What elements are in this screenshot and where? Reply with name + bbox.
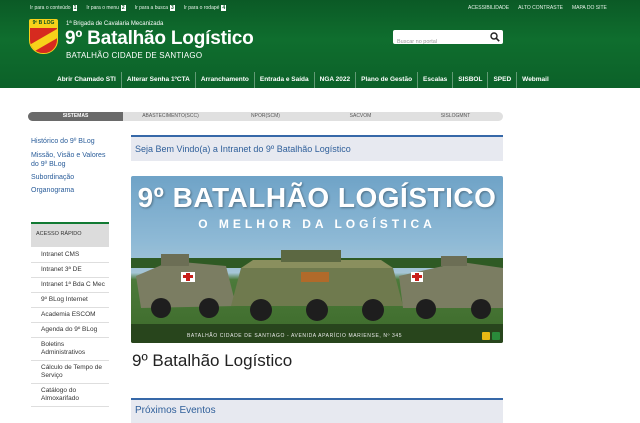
tab-sistemas[interactable]: SISTEMAS bbox=[28, 112, 123, 121]
nav-item-abrir-chamado[interactable]: Abrir Chamado STI bbox=[52, 72, 122, 88]
top-nav: Abrir Chamado STI Alterar Senha 1ºCTA Ar… bbox=[0, 72, 640, 88]
skip-link-menu[interactable]: Ir para o menu 2 bbox=[86, 5, 126, 11]
site-subtitle: BATALHÃO CIDADE DE SANTIAGO bbox=[66, 51, 203, 60]
welcome-panel: Seja Bem Vindo(a) a Intranet do 9º Batal… bbox=[131, 135, 503, 161]
nav-item-arranchamento[interactable]: Arranchamento bbox=[196, 72, 255, 88]
banner-prev-button[interactable] bbox=[482, 332, 490, 340]
tab-sislogmnt[interactable]: SISLOGMNT bbox=[408, 112, 503, 121]
tab-abastecimento[interactable]: ABASTECIMENTO(SCC) bbox=[123, 112, 218, 121]
battalion-logo[interactable]: 9º B LOG bbox=[29, 19, 58, 54]
utility-links: ACESSIBILIDADE ALTO CONTRASTE MAPA DO SI… bbox=[468, 5, 607, 11]
quick-item-calculo-tempo[interactable]: Cálculo de Tempo de Serviço bbox=[31, 361, 109, 384]
util-link-accessibility[interactable]: ACESSIBILIDADE bbox=[468, 5, 509, 11]
welcome-text: Seja Bem Vindo(a) a Intranet do 9º Batal… bbox=[135, 144, 351, 154]
nav-item-escalas[interactable]: Escalas bbox=[418, 72, 454, 88]
hero-banner[interactable]: 9º BATALHÃO LOGÍSTICO O MELHOR DA LOGÍST… bbox=[131, 176, 503, 343]
skip-link-content[interactable]: Ir para o conteúdo 1 bbox=[30, 5, 78, 11]
banner-footer: BATALHÃO CIDADE DE SANTIAGO - AVENIDA AP… bbox=[187, 333, 403, 339]
skip-link-search[interactable]: Ir para a busca 3 bbox=[135, 5, 175, 11]
util-link-high-contrast[interactable]: ALTO CONTRASTE bbox=[518, 5, 563, 11]
brigade-name: 1ª Brigada de Cavalaria Mecanizada bbox=[66, 21, 164, 27]
nav-item-sisbol[interactable]: SISBOL bbox=[453, 72, 489, 88]
site-title[interactable]: 9º Batalhão Logístico bbox=[65, 28, 254, 50]
util-link-sitemap[interactable]: MAPA DO SITE bbox=[572, 5, 607, 11]
logo-shield-icon bbox=[29, 27, 58, 54]
banner-title: 9º BATALHÃO LOGÍSTICO bbox=[137, 182, 497, 213]
nav-item-plano-gestao[interactable]: Plano de Gestão bbox=[356, 72, 419, 88]
banner-next-button[interactable] bbox=[492, 332, 500, 340]
search-box bbox=[393, 30, 503, 49]
quick-item-academia-escom[interactable]: Academia ESCOM bbox=[31, 308, 109, 323]
tab-npor[interactable]: NPOR(SCM) bbox=[218, 112, 313, 121]
page-heading: 9º Batalhão Logístico bbox=[132, 351, 293, 370]
events-panel: Próximos Eventos bbox=[131, 398, 503, 423]
quick-item-blog-internet[interactable]: 9º BLog Internet bbox=[31, 293, 109, 308]
sidebar-item-organograma[interactable]: Organograma bbox=[31, 186, 111, 195]
quick-access-list: Intranet CMS Intranet 3ª DE Intranet 1ª … bbox=[31, 248, 109, 407]
nav-item-webmail[interactable]: Webmail bbox=[517, 72, 554, 88]
quick-item-intranet-1bda[interactable]: Intranet 1ª Bda C Mec bbox=[31, 278, 109, 293]
site-header: Ir para o conteúdo 1 Ir para o menu 2 Ir p… bbox=[0, 0, 640, 88]
search-icon[interactable] bbox=[490, 32, 500, 42]
sidebar-item-historico[interactable]: Histórico do 9º BLog bbox=[31, 137, 111, 146]
quick-access-title: ACESSO RÁPIDO bbox=[36, 231, 82, 237]
quick-item-intranet-3de[interactable]: Intranet 3ª DE bbox=[31, 263, 109, 278]
sidebar-links: Histórico do 9º BLog Missão, Visão e Val… bbox=[31, 137, 111, 199]
sidebar-item-subordinacao[interactable]: Subordinação bbox=[31, 173, 111, 182]
tab-sacvom[interactable]: SACVOM bbox=[313, 112, 408, 121]
quick-item-boletins[interactable]: Boletins Administrativos bbox=[31, 338, 109, 361]
quick-item-intranet-cms[interactable]: Intranet CMS bbox=[31, 248, 109, 263]
nav-item-entrada-saida[interactable]: Entrada e Saída bbox=[255, 72, 315, 88]
skip-link-footer[interactable]: Ir para o rodapé 4 bbox=[184, 5, 227, 11]
systems-tabs: SISTEMAS ABASTECIMENTO(SCC) NPOR(SCM) SA… bbox=[28, 112, 503, 121]
quick-item-catalogo[interactable]: Catálogo do Almoxarifado bbox=[31, 384, 109, 407]
sidebar-item-missao[interactable]: Missão, Visão e Valores do 9º BLog bbox=[31, 151, 111, 169]
nav-item-alterar-senha[interactable]: Alterar Senha 1ºCTA bbox=[122, 72, 196, 88]
search-input[interactable] bbox=[393, 35, 483, 49]
banner-subtitle: O MELHOR DA LOGÍSTICA bbox=[198, 217, 436, 231]
quick-item-agenda[interactable]: Agenda do 9º BLog bbox=[31, 323, 109, 338]
quick-access-header: ACESSO RÁPIDO bbox=[31, 222, 109, 247]
logo-badge-text: 9º B LOG bbox=[29, 19, 58, 27]
nav-item-sped[interactable]: SPED bbox=[488, 72, 518, 88]
nav-item-nga[interactable]: NGA 2022 bbox=[315, 72, 357, 88]
skip-links: Ir para o conteúdo 1 Ir para o menu 2 Ir p… bbox=[30, 5, 227, 11]
vehicle-center bbox=[231, 250, 403, 321]
events-heading: Próximos Eventos bbox=[135, 405, 216, 416]
